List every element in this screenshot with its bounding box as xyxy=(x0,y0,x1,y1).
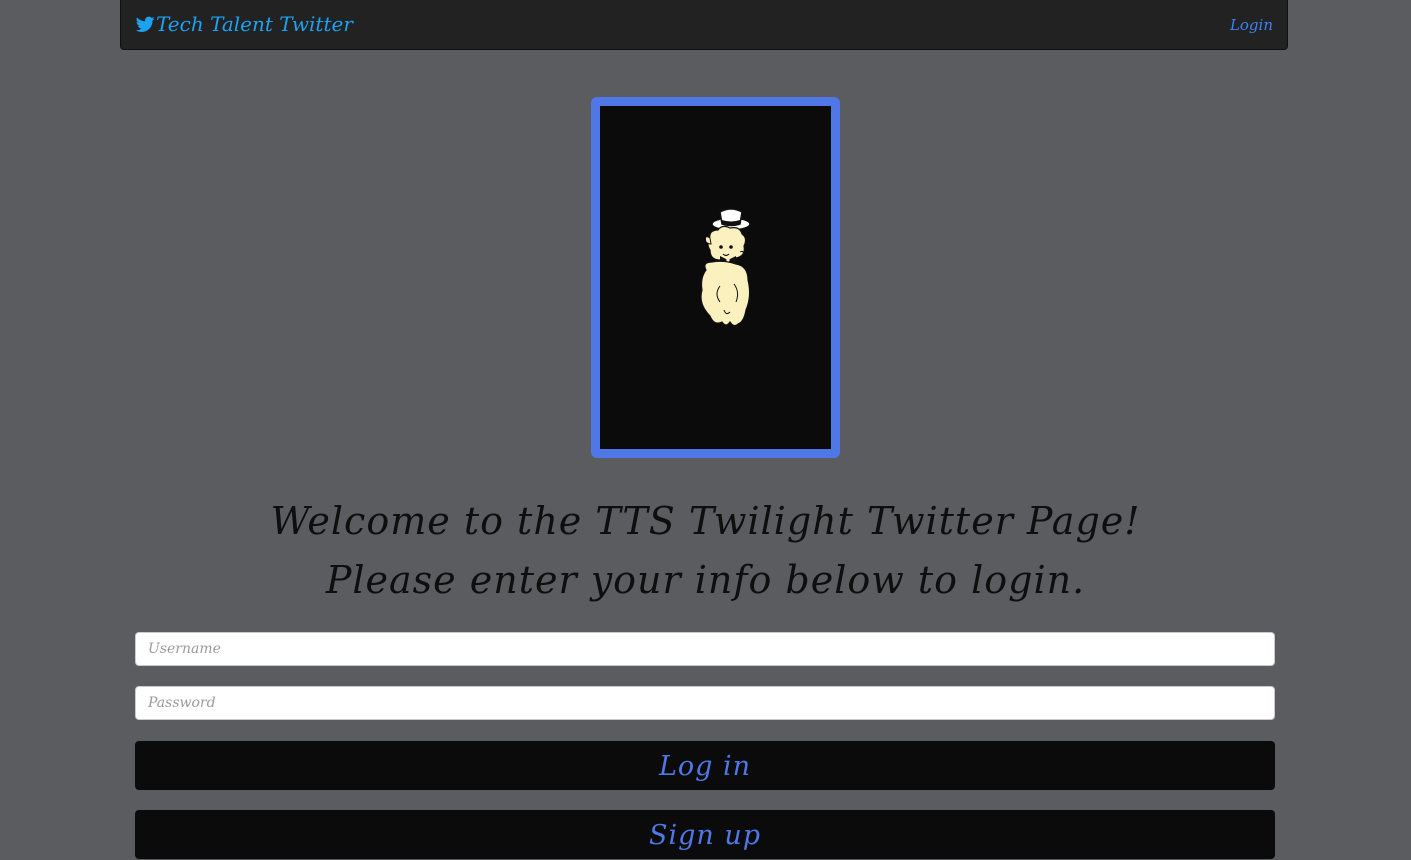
navbar: Tech Talent Twitter Login xyxy=(120,0,1288,50)
twitter-bird-icon xyxy=(136,16,155,32)
password-input[interactable] xyxy=(135,686,1275,720)
welcome-heading: Welcome to the TTS Twilight Twitter Page… xyxy=(270,499,1141,543)
username-input[interactable] xyxy=(135,632,1275,666)
mascot-image-frame xyxy=(591,97,840,458)
login-button[interactable]: Log in xyxy=(135,741,1275,790)
alpaca-mascot-image xyxy=(700,208,751,327)
login-instruction: Please enter your info below to login. xyxy=(325,558,1086,602)
brand-link[interactable]: Tech Talent Twitter xyxy=(136,12,353,36)
signup-button[interactable]: Sign up xyxy=(135,810,1275,859)
brand-label: Tech Talent Twitter xyxy=(156,12,353,36)
login-link[interactable]: Login xyxy=(1230,16,1273,34)
